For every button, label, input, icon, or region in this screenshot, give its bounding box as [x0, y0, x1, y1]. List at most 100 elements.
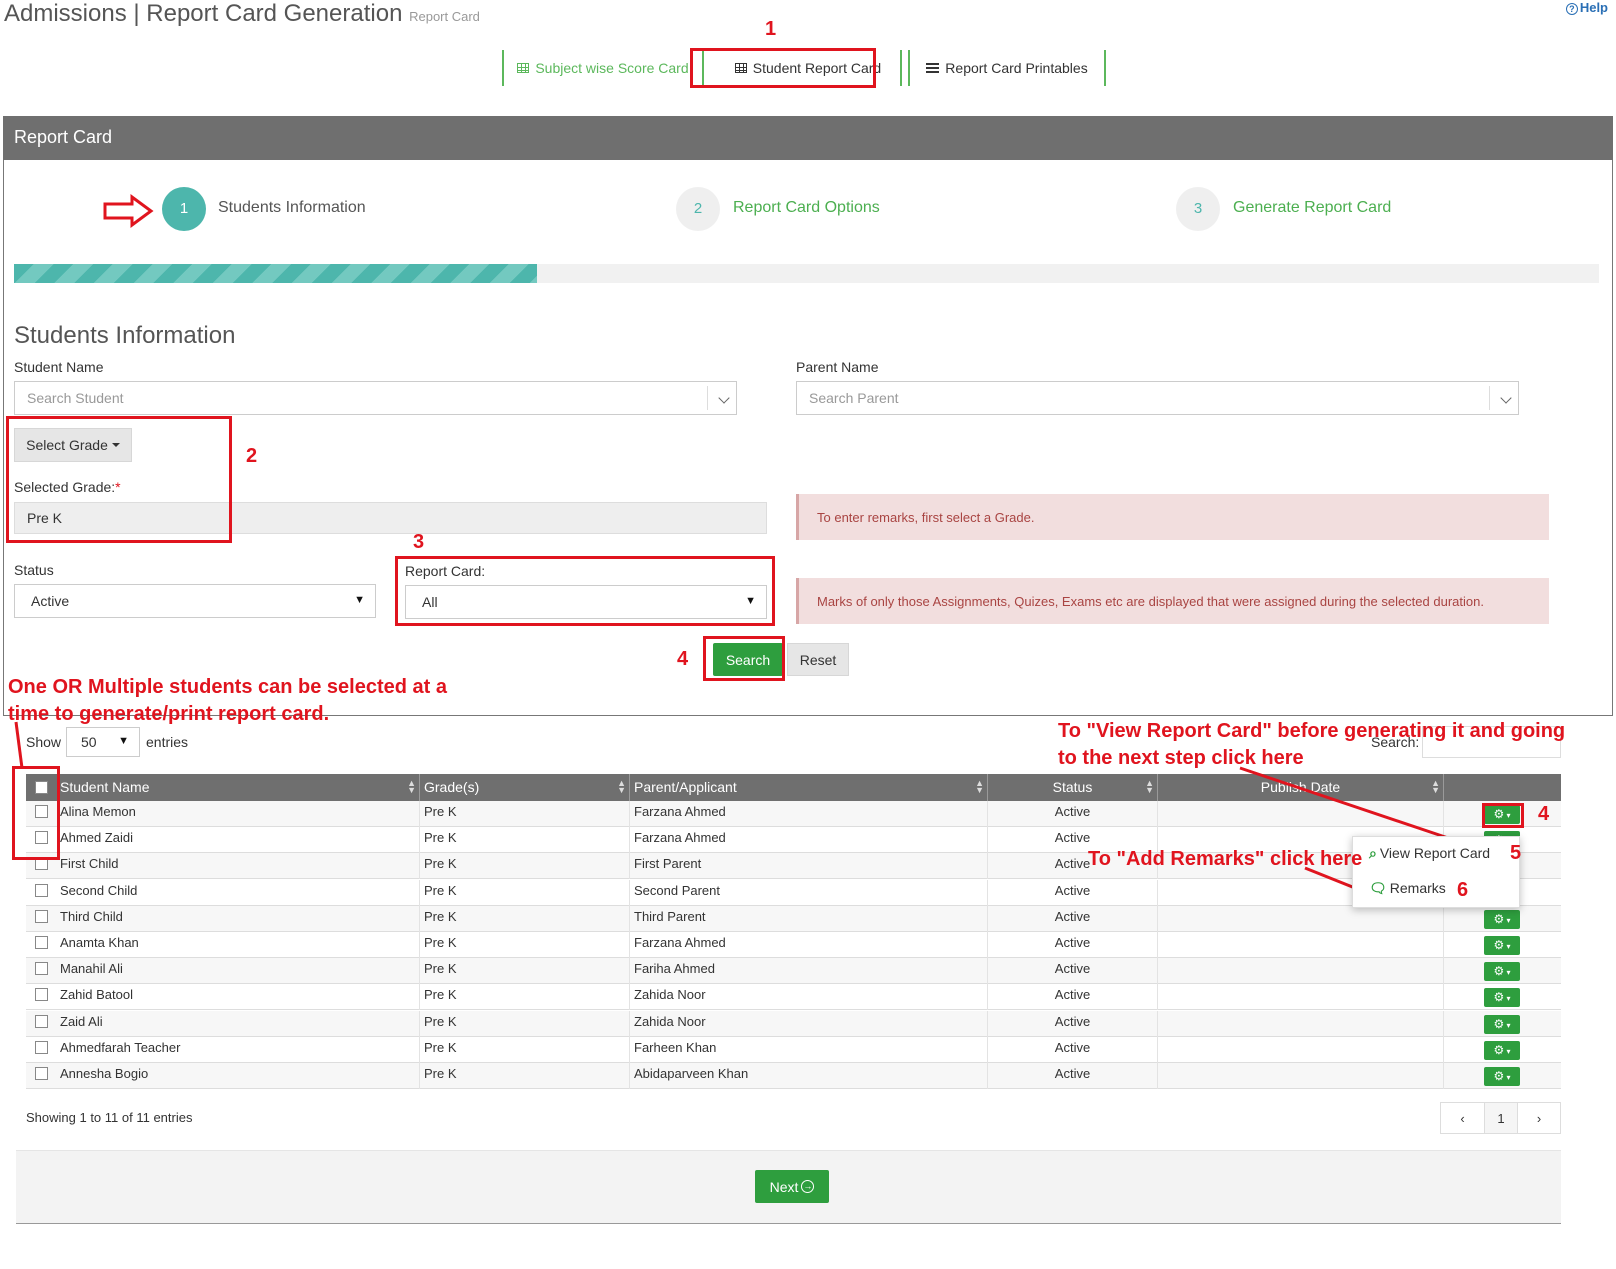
- cell-student-name: Ahmed Zaidi: [56, 827, 420, 853]
- row-checkbox[interactable]: [35, 936, 48, 949]
- step-2-label[interactable]: Report Card Options: [733, 199, 880, 217]
- cell-status: Active: [988, 1063, 1158, 1089]
- row-checkbox[interactable]: [35, 884, 48, 897]
- cell-publish-date: [1158, 1063, 1444, 1089]
- reset-button[interactable]: Reset: [787, 643, 849, 676]
- gears-icon: ⚙: [1493, 990, 1505, 1004]
- help-link[interactable]: ? Help: [1565, 0, 1608, 15]
- row-select-cell: [26, 1011, 56, 1037]
- cell-parent: Farheen Khan: [630, 1037, 988, 1063]
- caret-down-icon: ▾: [1504, 968, 1511, 977]
- sort-icon: ▲ ▼: [1431, 778, 1440, 795]
- pagination-page[interactable]: 1: [1484, 1102, 1518, 1134]
- row-actions-menu: ⌕ View Report Card 🗨 Remarks: [1352, 836, 1520, 908]
- entries-label: entries: [146, 734, 189, 750]
- annotation-remarks-hint: To "Add Remarks" click here: [1088, 848, 1363, 870]
- chevron-down-icon: [718, 392, 730, 404]
- chevron-left-icon: ‹: [1460, 1110, 1465, 1126]
- magnifier-icon: ⌕: [1369, 845, 1377, 861]
- status-select[interactable]: Active ▼: [14, 584, 376, 618]
- column-student-name[interactable]: Student Name ▲ ▼: [56, 774, 420, 801]
- tab-label: Subject wise Score Card: [535, 60, 689, 76]
- annotation-box-checkboxes: [12, 766, 60, 860]
- cell-publish-date: [1158, 932, 1444, 958]
- sort-icon: ▲ ▼: [1145, 778, 1154, 795]
- menu-item-label: Remarks: [1389, 880, 1446, 896]
- step-3-label[interactable]: Generate Report Card: [1233, 199, 1391, 217]
- column-publish-date[interactable]: Publish Date ▲ ▼: [1158, 774, 1444, 801]
- caret-down-icon: ▾: [1504, 942, 1511, 951]
- cell-student-name: Zahid Batool: [56, 984, 420, 1010]
- caret-down-icon: ▾: [1504, 1021, 1511, 1030]
- cell-student-name: Third Child: [56, 906, 420, 932]
- annotation-number-1: 1: [765, 18, 777, 40]
- row-actions-gear-button[interactable]: ⚙ ▾: [1484, 988, 1520, 1007]
- row-checkbox[interactable]: [35, 1041, 48, 1054]
- circle-arrow-right-icon: →: [801, 1180, 815, 1193]
- column-status[interactable]: Status ▲ ▼: [988, 774, 1158, 801]
- step-3-circle[interactable]: 3: [1176, 187, 1220, 231]
- pagination-prev[interactable]: ‹: [1440, 1102, 1485, 1134]
- annotation-number-2: 2: [246, 445, 258, 467]
- annotation-box-grade: [6, 416, 232, 543]
- cell-status: Active: [988, 984, 1158, 1010]
- column-grades[interactable]: Grade(s) ▲ ▼: [420, 774, 630, 801]
- annotation-number-4-search: 4: [677, 648, 689, 670]
- next-button[interactable]: Next →: [755, 1170, 829, 1203]
- row-actions-gear-button[interactable]: ⚙ ▾: [1484, 910, 1520, 929]
- chevron-right-icon: ›: [1536, 1110, 1542, 1126]
- page-subtitle: Report Card: [409, 9, 480, 24]
- table-row: Second Child Pre K Second Parent Active: [26, 880, 1561, 906]
- annotation-multi-select-line2: time to generate/print report card.: [8, 703, 330, 725]
- cell-grade: Pre K: [420, 932, 630, 958]
- table-row: Alina Memon Pre K Farzana Ahmed Active ⚙ ▾: [26, 801, 1561, 827]
- entries-value: 50: [81, 734, 97, 750]
- caret-down-icon: ▾: [1504, 916, 1511, 925]
- step-1-circle[interactable]: 1: [162, 187, 206, 231]
- annotation-multi-select: One OR Multiple students can be selected…: [8, 674, 447, 728]
- cell-publish-date: [1158, 984, 1444, 1010]
- row-actions-gear-button[interactable]: ⚙ ▾: [1484, 962, 1520, 981]
- cell-status: Active: [988, 958, 1158, 984]
- row-checkbox[interactable]: [35, 1067, 48, 1080]
- row-actions-gear-button[interactable]: ⚙ ▾: [1484, 1041, 1520, 1060]
- menu-item-remarks[interactable]: 🗨 Remarks: [1369, 880, 1446, 897]
- sort-icon: ▲ ▼: [407, 778, 416, 795]
- row-actions-gear-button[interactable]: ⚙ ▾: [1484, 1015, 1520, 1034]
- row-checkbox[interactable]: [35, 1015, 48, 1028]
- annotation-number-4-gear: 4: [1538, 803, 1550, 825]
- menu-item-view-report-card[interactable]: ⌕ View Report Card: [1369, 845, 1490, 862]
- cell-publish-date: [1158, 1037, 1444, 1063]
- row-checkbox[interactable]: [35, 962, 48, 975]
- pagination-next[interactable]: ›: [1517, 1102, 1561, 1134]
- tab-report-card-printables[interactable]: Report Card Printables: [908, 50, 1106, 86]
- status-label: Status: [14, 562, 54, 578]
- column-parent-applicant[interactable]: Parent/Applicant ▲ ▼: [630, 774, 988, 801]
- sort-icon: ▲ ▼: [975, 778, 984, 795]
- table-row: Third Child Pre K Third Parent Active ⚙ ▾: [26, 906, 1561, 932]
- row-checkbox[interactable]: [35, 910, 48, 923]
- cell-grade: Pre K: [420, 958, 630, 984]
- student-name-search-input[interactable]: Search Student: [14, 381, 737, 415]
- row-actions-gear-button[interactable]: ⚙ ▾: [1484, 936, 1520, 955]
- cell-parent: Farzana Ahmed: [630, 932, 988, 958]
- row-select-cell: [26, 958, 56, 984]
- entries-select[interactable]: 50 ▼: [66, 727, 140, 757]
- step-2-circle[interactable]: 2: [676, 187, 720, 231]
- cell-grade: Pre K: [420, 827, 630, 853]
- column-label: Parent/Applicant: [634, 779, 737, 795]
- status-value: Active: [31, 593, 70, 609]
- parent-name-search-input[interactable]: Search Parent: [796, 381, 1519, 415]
- alert-remarks-text: To enter remarks, first select a Grade.: [817, 509, 1035, 525]
- step-1-label[interactable]: Students Information: [218, 199, 366, 217]
- row-actions-gear-button[interactable]: ⚙ ▾: [1484, 1067, 1520, 1086]
- cell-parent: Abidaparveen Khan: [630, 1063, 988, 1089]
- row-select-cell: [26, 1063, 56, 1089]
- table-row: Manahil Ali Pre K Fariha Ahmed Active ⚙ ▾: [26, 958, 1561, 984]
- row-checkbox[interactable]: [35, 988, 48, 1001]
- column-label: Publish Date: [1260, 779, 1341, 795]
- row-select-cell: [26, 932, 56, 958]
- tab-subject-wise-score-card[interactable]: Subject wise Score Card: [502, 50, 704, 86]
- cell-grade: Pre K: [420, 984, 630, 1010]
- cell-status: Active: [988, 1037, 1158, 1063]
